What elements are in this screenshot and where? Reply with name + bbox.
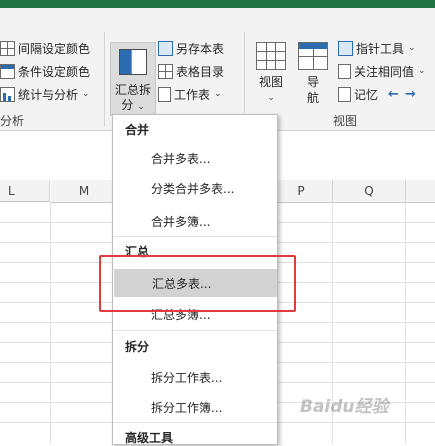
navigation-icon [298,42,328,70]
focus-same-value-label: 关注相同值 [354,64,415,79]
menu-item-merge-workbooks[interactable]: 合并多簿... [113,207,277,235]
group-label-view: 视图 [333,114,358,128]
memo-label: 记忆 [354,87,379,102]
condition-color-label: 条件设定颜色 [18,64,91,79]
condition-color-icon [0,63,15,79]
column-header-M[interactable]: M [51,180,118,203]
condition-color-button[interactable]: 条件设定颜色 [0,61,90,81]
stats-analysis-button[interactable]: 统计与分析 ⌄ [0,84,90,104]
chevron-down-icon: ⌄ [214,89,222,99]
table-directory-icon [158,63,173,79]
arrow-right-icon[interactable]: → [405,88,416,101]
highlight-box [99,255,296,312]
chevron-down-icon: ⌄ [408,43,416,53]
menu-item-label: 合并多簿... [151,214,211,229]
column-label: L [8,183,15,198]
column-header-L[interactable]: L [0,180,50,202]
view-button[interactable]: 视图 ⌄ [254,42,288,106]
focus-same-value-button[interactable]: 关注相同值 ⌄ [338,61,426,81]
pointer-tool-icon [338,40,353,56]
save-copy-icon [158,40,173,56]
menu-item-label: 分类合并多表... [151,181,235,196]
table-directory-button[interactable]: 表格目录 [158,61,224,81]
interval-color-label: 间隔设定颜色 [18,41,91,56]
menu-item-category-merge-sheets[interactable]: 分类合并多表... [113,174,277,202]
column-header-Q[interactable]: Q [333,180,406,203]
chevron-down-icon: ⌄ [267,93,275,103]
save-copy-button[interactable]: 另存本表 [158,38,224,58]
merge-split-label-2: 分 ⌄ [111,96,155,113]
view-label: 视图 [258,75,283,89]
merge-split-icon [119,49,147,75]
pointer-tool-button[interactable]: 指针工具 ⌄ [338,38,416,58]
merge-split-label-line2: 分 [121,98,134,112]
menu-item-merge-sheets[interactable]: 合并多表... [113,144,277,172]
menu-divider [113,422,277,423]
table-directory-label: 表格目录 [176,64,225,79]
stats-analysis-label: 统计与分析 [18,87,79,102]
interval-color-button[interactable]: 间隔设定颜色 [0,38,90,58]
chevron-down-icon: ⌄ [82,89,90,99]
memo-button[interactable]: 记忆 ← → [338,84,422,104]
pointer-tool-label: 指针工具 [356,41,405,56]
stats-icon [0,86,15,102]
navigation-label: 导 [306,75,319,89]
group-label-analysis: 分析 [0,114,25,128]
arrow-left-icon[interactable]: ← [388,88,399,101]
menu-divider [113,236,277,237]
focus-same-value-icon [338,63,351,79]
menu-item-split-workbook[interactable]: 拆分工作簿... [113,393,277,421]
menu-item-split-worksheet[interactable]: 拆分工作表... [113,363,277,391]
ribbon: 间隔设定颜色 条件设定颜色 统计与分析 ⌄ 分析 汇总拆 分 ⌄ 另存本表 表格目… [0,8,435,131]
interval-color-icon [0,40,15,56]
navigation-button[interactable]: 导 航 [296,42,330,106]
menu-section-header-merge: 合并 [125,123,150,137]
column-label: M [78,184,90,198]
column-label: Q [364,184,374,198]
menu-divider [113,330,277,331]
worksheet-button[interactable]: 工作表 ⌄ [158,84,222,104]
menu-item-label: 合并多表... [151,151,211,166]
menu-item-label: 拆分工作簿... [151,400,223,415]
view-icon [256,42,286,70]
menu-item-label: 拆分工作表... [151,370,223,385]
save-copy-label: 另存本表 [176,41,225,56]
column-label: P [297,184,305,198]
memo-icon [338,86,351,102]
menu-section-header-split: 拆分 [125,340,150,354]
chevron-down-icon: ⌄ [137,102,145,112]
menu-section-header-advanced-tools: 高级工具 [125,431,174,445]
navigation-label-2: 航 [306,91,319,105]
watermark: Baidu经验 [300,397,389,417]
column-header-next[interactable] [406,180,435,203]
ribbon-separator [104,32,105,126]
ribbon-separator [244,32,245,126]
worksheet-icon [158,86,171,102]
title-bar-strip [0,0,435,8]
column-header-P[interactable]: P [270,180,333,203]
worksheet-label: 工作表 [174,87,211,102]
merge-split-button[interactable]: 汇总拆 分 ⌄ [110,42,156,116]
chevron-down-icon: ⌄ [418,66,426,76]
